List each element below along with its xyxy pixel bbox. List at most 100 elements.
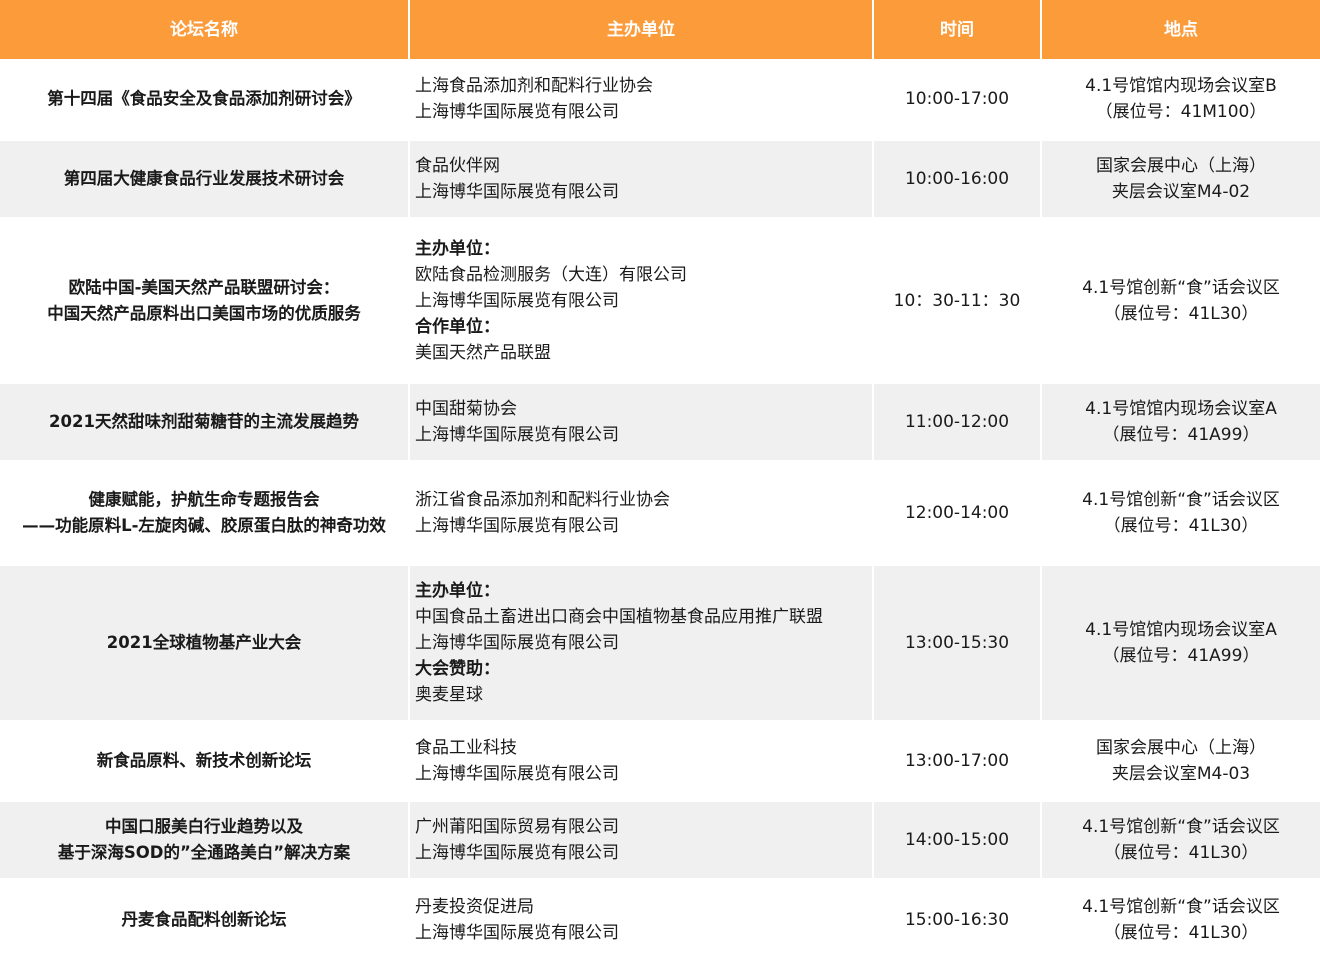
location-line: （展位号：41L30）: [1103, 516, 1259, 536]
organizer-line: 上海博华国际展览有限公司: [415, 923, 619, 943]
organizer-line: 上海博华国际展览有限公司: [415, 290, 619, 311]
forum-name-cell: 中国口服美白行业趋势以及基于深海SOD的”全通路美白”解决方案: [0, 802, 410, 878]
organizer-role-label: 主办单位：: [415, 581, 500, 601]
organizer-cell: 食品工业科技上海博华国际展览有限公司: [410, 722, 874, 800]
forum-name-line: 新食品原料、新技术创新论坛: [96, 751, 312, 770]
organizer-line: 中国食品土畜进出口商会中国植物基食品应用推广联盟: [415, 607, 823, 627]
time-value: 11:00-12:00: [904, 412, 1010, 432]
time-cell: 11:00-12:00: [874, 384, 1042, 460]
header-time: 时间: [874, 0, 1042, 59]
organizer-line: 上海博华国际展览有限公司: [415, 182, 619, 202]
header-forum-name: 论坛名称: [0, 0, 410, 59]
time-value: 10：30-11：30: [893, 290, 1021, 311]
location-line: 国家会展中心（上海）: [1096, 738, 1266, 758]
organizer-line: 上海博华国际展览有限公司: [415, 633, 619, 653]
table-body: 第十四届《食品安全及食品添加剂研讨会》 上海食品添加剂和配料行业协会 上海博华国际展…: [0, 59, 1320, 962]
location-cell: 4.1号馆创新“食”话会议区 （展位号：41L30）: [1042, 802, 1320, 878]
forum-name-line: 基于深海SOD的”全通路美白”解决方案: [57, 843, 351, 862]
table-row: 第十四届《食品安全及食品添加剂研讨会》 上海食品添加剂和配料行业协会 上海博华国际展…: [0, 59, 1320, 141]
time-cell: 10：30-11：30: [874, 219, 1042, 382]
location-line: （展位号：41M100）: [1095, 102, 1267, 122]
forum-name-cell: 第四届大健康食品行业发展技术研讨会: [0, 141, 410, 217]
location-line: 4.1号馆创新“食”话会议区: [1082, 277, 1280, 298]
organizer-line: 食品工业科技: [415, 738, 517, 758]
location-line: 4.1号馆馆内现场会议室A: [1085, 399, 1277, 419]
table-row: 健康赋能，护航生命专题报告会 ——功能原料L-左旋肉碱、胶原蛋白肽的神奇功效 浙江省…: [0, 462, 1320, 566]
organizer-cell: 主办单位： 欧陆食品检测服务（大连）有限公司 上海博华国际展览有限公司 合作单位： 美国…: [410, 219, 874, 382]
table-row: 2021天然甜味剂甜菊糖苷的主流发展趋势 中国甜菊协会上海博华国际展览有限公司 11…: [0, 384, 1320, 462]
location-line: 4.1号馆创新“食”话会议区: [1082, 817, 1280, 837]
forum-name-line: 2021全球植物基产业大会: [106, 633, 302, 652]
table-row: 第四届大健康食品行业发展技术研讨会 食品伙伴网 上海博华国际展览有限公司 10:00-…: [0, 141, 1320, 219]
header-organizer: 主办单位: [410, 0, 874, 59]
forum-name-line: 中国天然产品原料出口美国市场的优质服务: [47, 303, 361, 323]
location-cell: 4.1号馆馆内现场会议室A （展位号：41A99）: [1042, 566, 1320, 720]
forum-name-line: 第十四届《食品安全及食品添加剂研讨会》: [47, 89, 361, 108]
time-cell: 10:00-16:00: [874, 141, 1042, 217]
location-line: 4.1号馆创新“食”话会议区: [1082, 490, 1280, 510]
organizer-line: 美国天然产品联盟: [415, 342, 551, 363]
forum-name-line: 健康赋能，护航生命专题报告会: [88, 490, 320, 509]
forum-name-cell: 2021天然甜味剂甜菊糖苷的主流发展趋势: [0, 384, 410, 460]
organizer-cell: 浙江省食品添加剂和配料行业协会 上海博华国际展览有限公司: [410, 462, 874, 564]
location-line: （展位号：41L30）: [1103, 303, 1259, 324]
forum-name-cell: 欧陆中国-美国天然产品联盟研讨会： 中国天然产品原料出口美国市场的优质服务: [0, 219, 410, 382]
table-header-row: 论坛名称 主办单位 时间 地点: [0, 0, 1320, 59]
time-cell: 15:00-16:30: [874, 880, 1042, 960]
organizer-role-label: 合作单位：: [415, 316, 500, 337]
location-line: （展位号：41A99）: [1102, 425, 1260, 445]
location-cell: 国家会展中心（上海） 夹层会议室M4-02: [1042, 141, 1320, 217]
organizer-cell: 丹麦投资促进局上海博华国际展览有限公司: [410, 880, 874, 960]
forum-name-cell: 2021全球植物基产业大会: [0, 566, 410, 720]
organizer-line: 上海食品添加剂和配料行业协会: [415, 76, 653, 96]
table-row: 2021全球植物基产业大会 主办单位： 中国食品土畜进出口商会中国植物基食品应用推广…: [0, 566, 1320, 722]
forum-name-cell: 丹麦食品配料创新论坛: [0, 880, 410, 960]
forum-name-line: ——功能原料L-左旋肉碱、胶原蛋白肽的神奇功效: [22, 516, 386, 535]
forum-name-line: 中国口服美白行业趋势以及: [105, 817, 303, 836]
organizer-line: 丹麦投资促进局: [415, 897, 534, 917]
time-value: 12:00-14:00: [904, 503, 1010, 523]
time-value: 14:00-15:00: [904, 830, 1010, 850]
organizer-cell: 主办单位： 中国食品土畜进出口商会中国植物基食品应用推广联盟 上海博华国际展览有限公…: [410, 566, 874, 720]
time-cell: 12:00-14:00: [874, 462, 1042, 564]
organizer-line: 中国甜菊协会: [415, 399, 517, 419]
time-cell: 13:00-17:00: [874, 722, 1042, 800]
forum-schedule-table: 论坛名称 主办单位 时间 地点 第十四届《食品安全及食品添加剂研讨会》 上海食品添…: [0, 0, 1320, 962]
time-value: 10:00-17:00: [904, 89, 1010, 109]
organizer-line: 上海博华国际展览有限公司: [415, 764, 619, 784]
location-line: 4.1号馆馆内现场会议室B: [1085, 76, 1277, 96]
table-row: 欧陆中国-美国天然产品联盟研讨会： 中国天然产品原料出口美国市场的优质服务 主办单位…: [0, 219, 1320, 384]
location-cell: 4.1号馆创新“食”话会议区 （展位号：41L30）: [1042, 880, 1320, 960]
forum-name-cell: 第十四届《食品安全及食品添加剂研讨会》: [0, 59, 410, 139]
organizer-cell: 广州莆阳国际贸易有限公司 上海博华国际展览有限公司: [410, 802, 874, 878]
table-row: 丹麦食品配料创新论坛 丹麦投资促进局上海博华国际展览有限公司 15:00-16:30…: [0, 880, 1320, 962]
location-cell: 国家会展中心（上海） 夹层会议室M4-03: [1042, 722, 1320, 800]
organizer-line: 浙江省食品添加剂和配料行业协会: [415, 490, 670, 510]
organizer-line: 广州莆阳国际贸易有限公司: [415, 817, 619, 837]
location-line: 4.1号馆创新“食”话会议区: [1082, 897, 1280, 917]
organizer-cell: 中国甜菊协会上海博华国际展览有限公司: [410, 384, 874, 460]
forum-name-line: 欧陆中国-美国天然产品联盟研讨会：: [68, 277, 340, 297]
location-line: 国家会展中心（上海）: [1096, 156, 1266, 176]
location-line: （展位号：41L30）: [1103, 923, 1259, 943]
time-cell: 10:00-17:00: [874, 59, 1042, 139]
location-line: 夹层会议室M4-02: [1111, 182, 1251, 202]
location-line: 夹层会议室M4-03: [1111, 764, 1251, 784]
organizer-cell: 上海食品添加剂和配料行业协会 上海博华国际展览有限公司: [410, 59, 874, 139]
time-cell: 13:00-15:30: [874, 566, 1042, 720]
forum-name-cell: 健康赋能，护航生命专题报告会 ——功能原料L-左旋肉碱、胶原蛋白肽的神奇功效: [0, 462, 410, 564]
location-cell: 4.1号馆创新“食”话会议区 （展位号：41L30）: [1042, 219, 1320, 382]
time-value: 15:00-16:30: [904, 910, 1010, 930]
table-row: 中国口服美白行业趋势以及 基于深海SOD的”全通路美白”解决方案 广州莆阳国际贸易有…: [0, 802, 1320, 880]
time-value: 10:00-16:00: [904, 169, 1010, 189]
organizer-cell: 食品伙伴网 上海博华国际展览有限公司: [410, 141, 874, 217]
location-line: （展位号：41A99）: [1102, 646, 1260, 666]
forum-name-line: 2021天然甜味剂甜菊糖苷的主流发展趋势: [49, 412, 359, 431]
organizer-line: 上海博华国际展览有限公司: [415, 425, 619, 445]
organizer-role-label: 大会赞助：: [415, 659, 500, 679]
location-line: 4.1号馆馆内现场会议室A: [1085, 620, 1277, 640]
location-cell: 4.1号馆创新“食”话会议区 （展位号：41L30）: [1042, 462, 1320, 564]
organizer-line: 上海博华国际展览有限公司: [415, 102, 619, 122]
location-cell: 4.1号馆馆内现场会议室A （展位号：41A99）: [1042, 384, 1320, 460]
time-value: 13:00-15:30: [904, 633, 1010, 653]
